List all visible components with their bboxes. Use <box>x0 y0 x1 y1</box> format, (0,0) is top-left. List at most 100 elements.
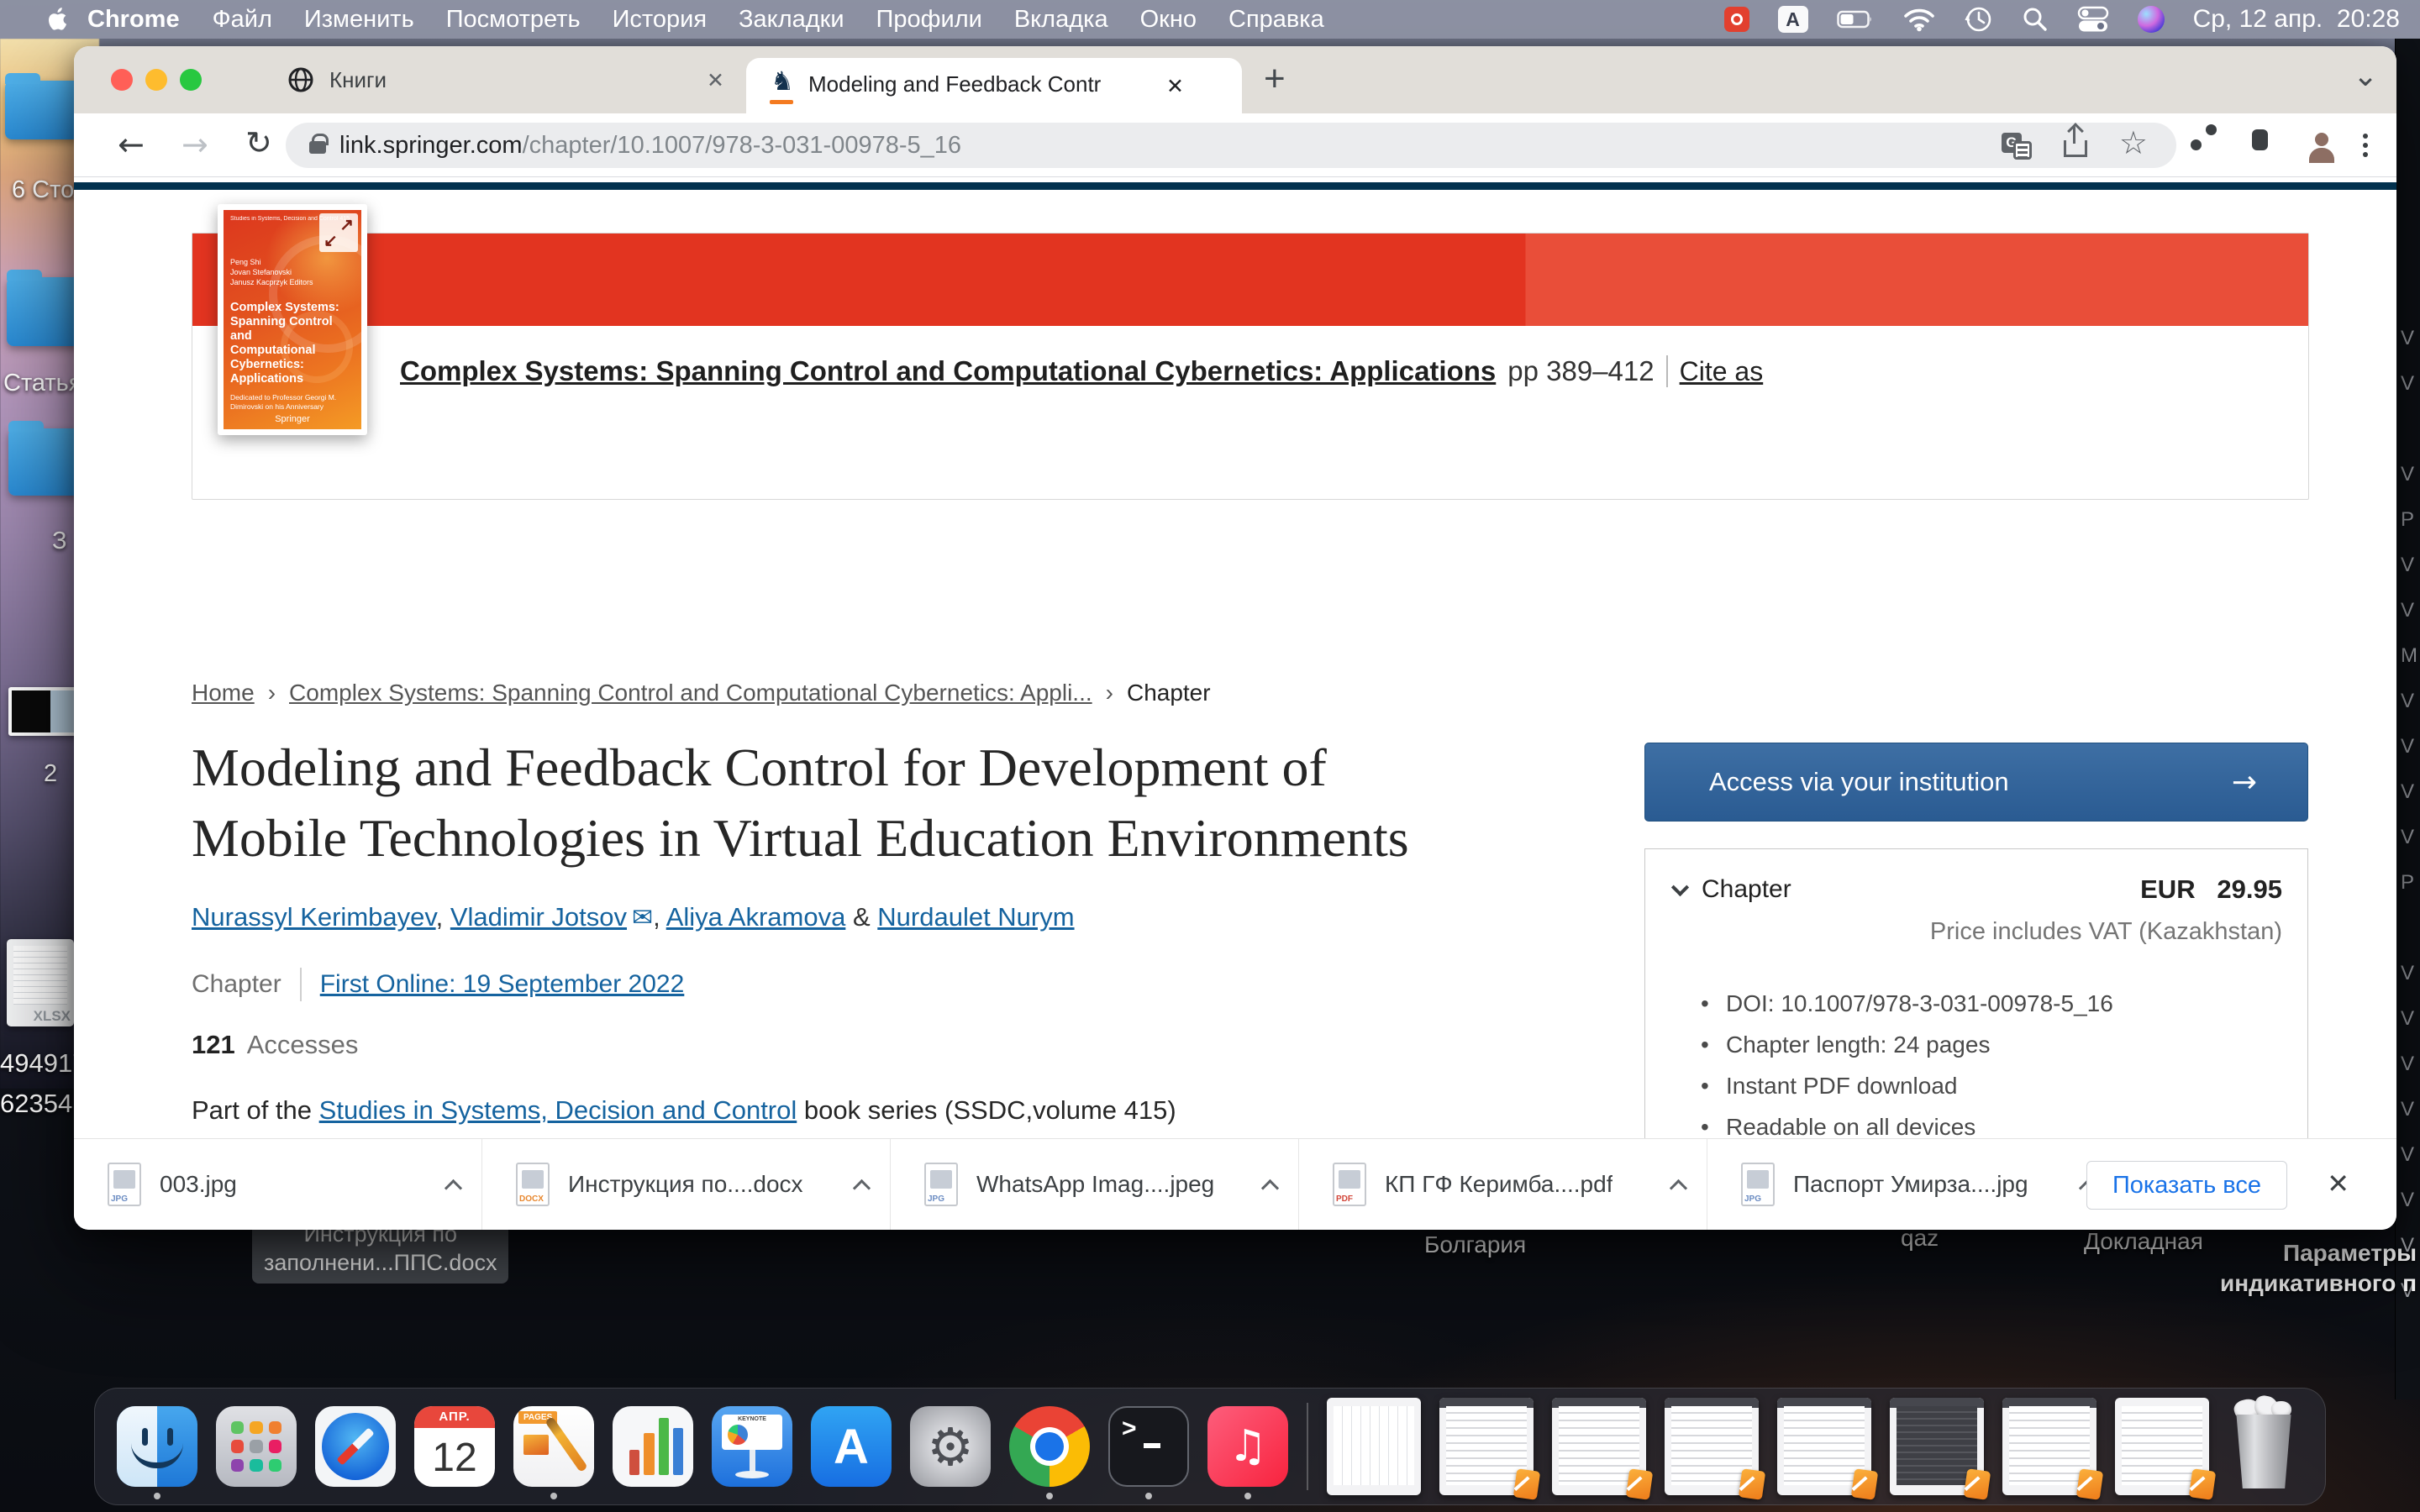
dock-chrome[interactable] <box>1009 1406 1090 1487</box>
control-center-icon[interactable] <box>2077 6 2109 33</box>
dock-app-store[interactable]: A <box>811 1406 892 1487</box>
menu-profiles[interactable]: Профили <box>876 6 982 34</box>
dock-launchpad[interactable] <box>216 1406 297 1487</box>
access-institution-button[interactable]: Access via your institution → <box>1644 743 2308 822</box>
content-type-label: Chapter <box>192 970 281 999</box>
breadcrumb-book[interactable]: Complex Systems: Spanning Control and Co… <box>289 680 1092 706</box>
menu-tab[interactable]: Вкладка <box>1014 6 1108 34</box>
dock-minimized-document[interactable] <box>1327 1398 1421 1495</box>
side-panel-icon[interactable] <box>2252 133 2268 148</box>
reload-button[interactable]: ↻ <box>245 127 272 159</box>
menu-edit[interactable]: Изменить <box>304 6 414 34</box>
dock-music[interactable]: ♫ <box>1207 1406 1288 1487</box>
tab-active-chapter[interactable]: ♞ Modeling and Feedback Contr ✕ <box>746 58 1242 113</box>
tab-search-button[interactable]: ⌄ <box>2353 58 2378 93</box>
desktop-file-label[interactable]: индикативного п <box>2220 1270 2417 1297</box>
download-item[interactable]: JPG 003.jpg <box>74 1139 482 1230</box>
dock-minimized-document[interactable] <box>2002 1398 2096 1495</box>
chevron-down-icon[interactable] <box>1671 878 1689 895</box>
book-title-link[interactable]: Complex Systems: Spanning Control and Co… <box>400 355 1496 387</box>
dock-keynote[interactable]: KEYNOTE <box>712 1406 792 1487</box>
spotlight-search-icon[interactable] <box>2022 6 2049 33</box>
download-item[interactable]: JPG WhatsApp Imag....jpeg <box>891 1139 1299 1230</box>
menu-window[interactable]: Окно <box>1140 6 1197 34</box>
chevron-up-icon[interactable] <box>1670 1179 1687 1196</box>
download-item[interactable]: JPG Паспорт Умирза....jpg <box>1707 1139 2116 1230</box>
dock-pages[interactable]: PAGES <box>513 1406 594 1487</box>
breadcrumb-home[interactable]: Home <box>192 680 255 706</box>
tab-books[interactable]: Книги ✕ <box>276 46 738 113</box>
chevron-up-icon[interactable] <box>1261 1179 1279 1196</box>
translate-icon[interactable]: G <box>2002 131 2032 160</box>
menu-bookmarks[interactable]: Закладки <box>739 6 844 34</box>
first-online-link[interactable]: First Online: 19 September 2022 <box>320 970 685 999</box>
browser-menu-dots-icon[interactable] <box>2363 134 2368 157</box>
dock-finder[interactable] <box>117 1406 197 1487</box>
author-link[interactable]: Aliya Akramova <box>666 902 846 932</box>
dock-numbers[interactable] <box>613 1406 693 1487</box>
purchase-chapter-label[interactable]: Chapter <box>1702 875 1791 904</box>
new-tab-button[interactable]: + <box>1264 58 1286 100</box>
recording-indicator-icon[interactable] <box>1724 7 1749 32</box>
desktop-image-label[interactable]: 2 <box>44 760 57 788</box>
siri-icon[interactable] <box>2138 6 2165 33</box>
close-icon[interactable]: ✕ <box>707 68 724 92</box>
window-zoom-button[interactable] <box>180 69 202 91</box>
desktop-xlsx-file-icon[interactable]: XLSX <box>7 939 74 1026</box>
expand-cover-icon[interactable]: ↗ ↙ <box>319 213 358 252</box>
window-close-button[interactable] <box>111 69 133 91</box>
email-icon[interactable]: ✉ <box>627 903 653 932</box>
download-item[interactable]: DOCX Инструкция по....docx <box>482 1139 891 1230</box>
input-source-indicator[interactable]: A <box>1778 6 1808 33</box>
close-icon[interactable]: ✕ <box>1166 74 1184 98</box>
dock-minimized-document[interactable] <box>1777 1398 1871 1495</box>
menu-file[interactable]: Файл <box>213 6 272 34</box>
chevron-up-icon[interactable] <box>853 1179 871 1196</box>
menu-help[interactable]: Справка <box>1228 6 1324 34</box>
dock-calendar[interactable]: АПР. 12 <box>414 1406 495 1487</box>
desktop-folder-label[interactable]: З <box>52 528 67 555</box>
url-text[interactable]: link.springer.com/chapter/10.1007/978-3-… <box>339 132 961 160</box>
bookmark-star-icon[interactable]: ☆ <box>2119 124 2148 161</box>
dock-minimized-document[interactable] <box>1890 1398 1984 1495</box>
window-minimize-button[interactable] <box>145 69 167 91</box>
author-link[interactable]: Nurassyl Kerimbayev <box>192 902 436 932</box>
book-cover[interactable]: Studies in Systems, Decision and Control… <box>218 204 367 435</box>
dock-minimized-document[interactable] <box>2115 1398 2209 1495</box>
desktop-file-label[interactable]: Параметры <box>2283 1240 2417 1267</box>
desktop-xlsx-label[interactable]: 62354 <box>0 1089 72 1119</box>
address-bar[interactable]: link.springer.com/chapter/10.1007/978-3-… <box>286 123 2176 168</box>
dock-trash[interactable] <box>2228 1403 2300 1490</box>
menu-view[interactable]: Посмотреть <box>446 6 581 34</box>
chevron-right-icon: › <box>268 680 276 706</box>
menu-history[interactable]: История <box>613 6 707 34</box>
download-file-name: 003.jpg <box>160 1171 237 1198</box>
cite-as-link[interactable]: Cite as <box>1680 356 1764 387</box>
desktop-file-label[interactable]: Болгария <box>1424 1231 1526 1258</box>
dock-terminal[interactable]: > <box>1108 1406 1189 1487</box>
author-link[interactable]: Nurdaulet Nurym <box>877 902 1074 932</box>
desktop-file-label[interactable]: Докладная <box>2084 1228 2203 1255</box>
show-all-downloads-button[interactable]: Показать все <box>2086 1161 2287 1210</box>
menu-app-name[interactable]: Chrome <box>87 6 180 34</box>
dock-minimized-document[interactable] <box>1665 1398 1759 1495</box>
desktop-folder-label[interactable]: Статья <box>3 370 82 397</box>
dock-minimized-document[interactable] <box>1552 1398 1646 1495</box>
time-machine-icon[interactable] <box>1965 5 1993 34</box>
dock-safari[interactable] <box>315 1406 396 1487</box>
series-link[interactable]: Studies in Systems, Decision and Control <box>319 1095 797 1125</box>
forward-button[interactable]: → <box>182 129 208 160</box>
back-button[interactable]: ← <box>118 129 145 160</box>
apple-menu-icon[interactable] <box>45 5 71 34</box>
jpg-file-icon: JPG <box>1741 1163 1775 1206</box>
download-item[interactable]: PDF КП ГФ Керимба....pdf <box>1299 1139 1707 1230</box>
chevron-up-icon[interactable] <box>445 1179 462 1196</box>
menu-bar-clock[interactable]: Ср, 12 апр. 20:28 <box>2193 5 2400 34</box>
author-link[interactable]: Vladimir Jotsov <box>450 902 627 932</box>
dock-system-preferences[interactable]: ⚙ <box>910 1406 991 1487</box>
downloads-close-icon[interactable]: ✕ <box>2327 1168 2349 1200</box>
wifi-icon[interactable] <box>1902 7 1936 32</box>
share-icon[interactable] <box>2064 140 2087 157</box>
dock-minimized-document[interactable] <box>1439 1398 1534 1495</box>
battery-icon[interactable] <box>1837 10 1874 29</box>
